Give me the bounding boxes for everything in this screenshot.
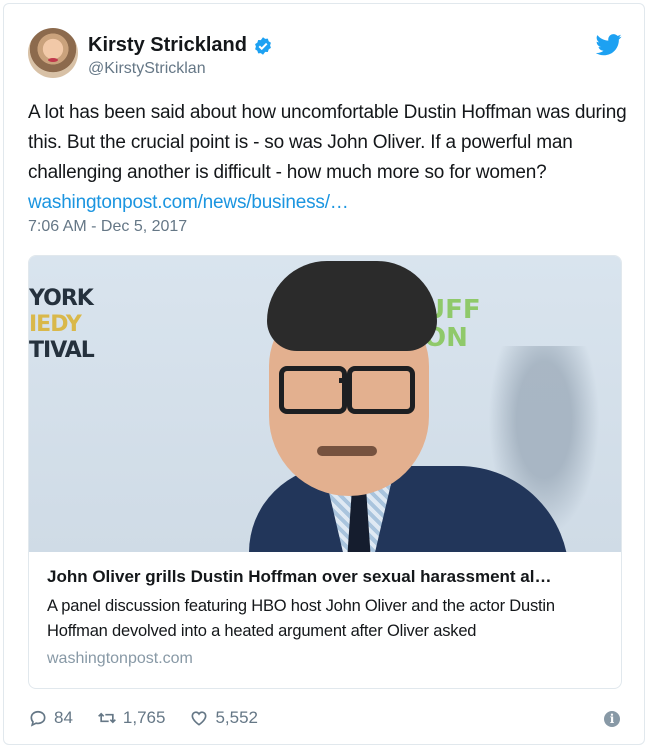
retweet-icon [97, 712, 116, 724]
author-name[interactable]: Kirsty Strickland [88, 34, 247, 57]
backdrop-line: IEDY [29, 312, 82, 337]
person-mustache [317, 446, 377, 456]
person-hair [267, 261, 437, 351]
card-body: John Oliver grills Dustin Hoffman over s… [29, 552, 621, 668]
tweet-text: A lot has been said about how uncomforta… [28, 98, 628, 218]
glasses-right-lens [347, 366, 415, 414]
card-domain: washingtonpost.com [47, 650, 193, 667]
glasses-bridge [339, 378, 351, 383]
tweet-link[interactable]: washingtonpost.com/news/business/… [28, 192, 349, 213]
retweet-button[interactable]: 1,765 [97, 708, 166, 728]
glasses-left-lens [279, 366, 347, 414]
like-button[interactable]: 5,552 [189, 708, 258, 728]
card-image: YORK IEDY TIVAL UFF ON [29, 256, 621, 552]
reply-button[interactable]: 84 [28, 708, 73, 728]
tweet-actions: 84 1,765 5,552 [28, 708, 282, 728]
backdrop-sign-left: YORK IEDY TIVAL [29, 286, 95, 364]
reply-count: 84 [54, 708, 73, 727]
tweet-card: Kirsty Strickland @KirstyStricklan A lot… [3, 3, 645, 745]
twitter-bird-icon[interactable] [596, 34, 622, 56]
author-row: Kirsty Strickland [88, 34, 273, 57]
like-count: 5,552 [215, 708, 259, 727]
heart-icon [191, 711, 207, 726]
tweet-body: A lot has been said about how uncomforta… [28, 102, 627, 183]
backdrop-line: TIVAL [29, 338, 95, 363]
card-title[interactable]: John Oliver grills Dustin Hoffman over s… [47, 566, 603, 588]
speech-bubble-icon [30, 710, 46, 727]
avatar[interactable] [28, 28, 78, 78]
info-icon[interactable]: i [604, 711, 620, 727]
backdrop-line: YORK [29, 286, 94, 311]
verified-badge-icon [255, 36, 271, 55]
tweet-timestamp[interactable]: 7:06 AM - Dec 5, 2017 [28, 218, 187, 236]
retweet-count: 1,765 [122, 708, 166, 727]
card-description: A panel discussion featuring HBO host Jo… [47, 597, 555, 640]
author-handle[interactable]: @KirstyStricklan [88, 60, 206, 78]
link-preview-card[interactable]: YORK IEDY TIVAL UFF ON John Oliver grill… [28, 255, 622, 689]
